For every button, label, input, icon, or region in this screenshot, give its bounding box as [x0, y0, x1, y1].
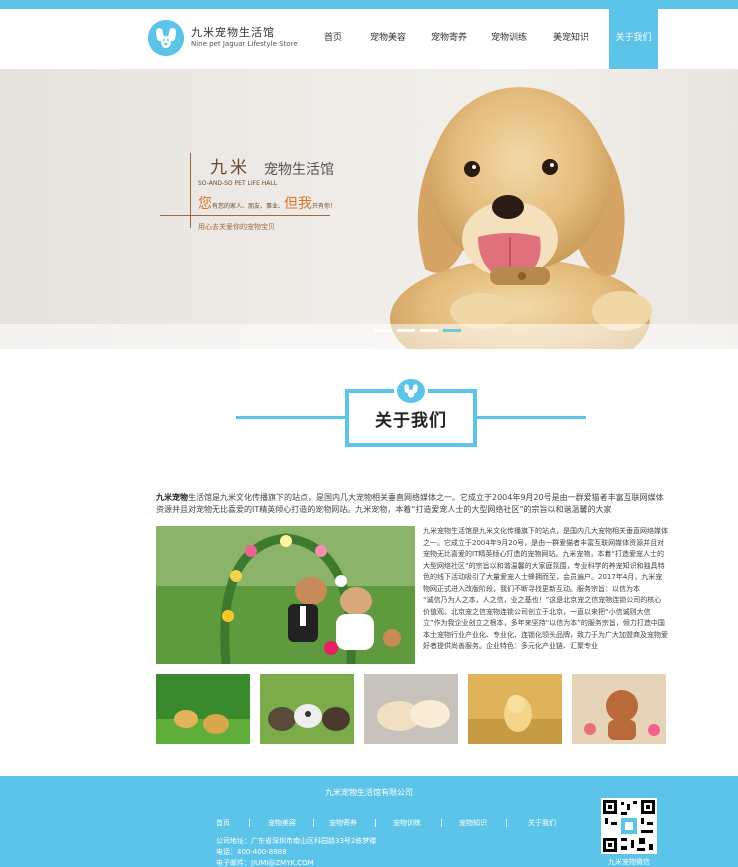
nav-about-us[interactable]: 关于我们 — [609, 9, 658, 69]
heading-line-left — [236, 416, 346, 419]
gallery-thumb[interactable] — [260, 674, 354, 744]
banner-divider-horizontal — [160, 215, 330, 216]
about-paragraph: 九米宠物生活馆是九米文化传播旗下的站点，是国内几大宠物相关垂直网络媒体之一。它成… — [423, 527, 668, 593]
site-header: 九米宠物生活馆 Nine pet Jaguar Lifestyle Store … — [0, 9, 738, 69]
footer-nav-boarding[interactable]: 宠物寄养 — [323, 818, 363, 828]
main-nav: 首页 宠物美容 宠物寄养 宠物训练 美宠知识 关于我们 — [0, 9, 738, 69]
heading-line-right — [476, 416, 586, 419]
nav-pet-grooming[interactable]: 宠物美容 — [364, 9, 412, 69]
about-paragraph: “诚信乃为人之本，人之信，业之基也！”这是北京宠之信宠物连锁公司的核心价值观。北… — [423, 596, 668, 650]
intro-text: 生活馆是九米文化传播旗下的站点，是国内几大宠物相关垂直网络媒体之一。它成立于20… — [156, 493, 664, 514]
footer-contact: 公司地址：广东省深圳市南山区科园路33号2栋梦楼 电话：400-400-8888… — [216, 836, 376, 867]
footer-nav-separator — [506, 819, 507, 827]
banner-brand: 九米 — [210, 158, 250, 178]
footer-nav-separator — [441, 819, 442, 827]
slider-dot[interactable] — [374, 329, 392, 332]
site-footer: 九米宠物生活馆有限公司 首页 宠物美容 宠物寄养 宠物训练 宠物知识 关于我们 … — [0, 776, 738, 867]
footer-phone: 电话：400-400-8888 — [216, 848, 287, 856]
wedding-dogs-photo — [156, 526, 415, 664]
footer-nav-separator — [375, 819, 376, 827]
intro-brand: 九米宠物 — [156, 493, 188, 502]
about-description: 九米宠物生活馆是九米文化传播旗下的站点，是国内几大宠物相关垂直网络媒体之一。它成… — [423, 526, 668, 664]
tagline-part-b: 有您的家人、朋友、事业、 — [212, 203, 285, 210]
wechat-qr-code — [601, 798, 657, 854]
tagline-part-d: 只有你！ — [312, 203, 337, 210]
tagline-part-c: 但我 — [284, 196, 313, 212]
banner-title: 宠物生活馆 — [264, 162, 334, 178]
footer-nav-training[interactable]: 宠物训练 — [387, 818, 427, 828]
footer-address: 公司地址：广东省深圳市南山区科园路33号2栋梦楼 — [216, 837, 377, 845]
footer-nav-grooming[interactable]: 宠物美容 — [262, 818, 302, 828]
slider-dot[interactable] — [420, 329, 438, 332]
footer-company: 九米宠物生活馆有限公司 — [325, 788, 413, 797]
nav-pet-training[interactable]: 宠物训练 — [485, 9, 533, 69]
banner-slogan: 九米 宠物生活馆 SO-AND-SO PET LIFE HALL 您有您的家人、… — [160, 151, 380, 241]
banner-caption: 用心去关爱你的宠物宝贝 — [198, 223, 275, 231]
slider-dots — [374, 329, 464, 332]
banner-subtitle: SO-AND-SO PET LIFE HALL — [198, 180, 278, 187]
hero-banner[interactable]: 九米 宠物生活馆 SO-AND-SO PET LIFE HALL 您有您的家人、… — [0, 69, 738, 349]
section-title: 关于我们 — [375, 411, 447, 431]
about-section-heading: 关于我们 — [236, 376, 586, 451]
paw-logo-icon — [394, 376, 428, 406]
nav-pet-knowledge[interactable]: 美宠知识 — [547, 9, 595, 69]
slider-dot-active[interactable] — [443, 329, 461, 332]
footer-nav-home[interactable]: 首页 — [210, 818, 236, 828]
banner-divider-vertical — [190, 153, 191, 228]
banner-tagline: 您有您的家人、朋友、事业、但我只有你！ — [198, 193, 336, 213]
top-accent-bar — [0, 0, 738, 9]
footer-nav-about[interactable]: 关于我们 — [522, 818, 562, 828]
nav-home[interactable]: 首页 — [312, 9, 354, 69]
tagline-part-a: 您 — [198, 196, 212, 212]
footer-nav-separator — [313, 819, 314, 827]
photo-gallery — [156, 674, 668, 744]
footer-nav-separator — [249, 819, 250, 827]
footer-nav-knowledge[interactable]: 宠物知识 — [453, 818, 493, 828]
gallery-thumb[interactable] — [156, 674, 250, 744]
gallery-thumb[interactable] — [572, 674, 666, 744]
slider-dot[interactable] — [397, 329, 415, 332]
gallery-thumb[interactable] — [364, 674, 458, 744]
qr-label: 九米宠物微信 — [608, 858, 650, 866]
footer-email[interactable]: 电子邮件：JIUMI@ZMYK.COM — [216, 858, 376, 867]
nav-pet-boarding[interactable]: 宠物寄养 — [425, 9, 473, 69]
gallery-thumb[interactable] — [468, 674, 562, 744]
intro-paragraph: 九米宠物生活馆是九米文化传播旗下的站点，是国内几大宠物相关垂直网络媒体之一。它成… — [156, 492, 668, 516]
